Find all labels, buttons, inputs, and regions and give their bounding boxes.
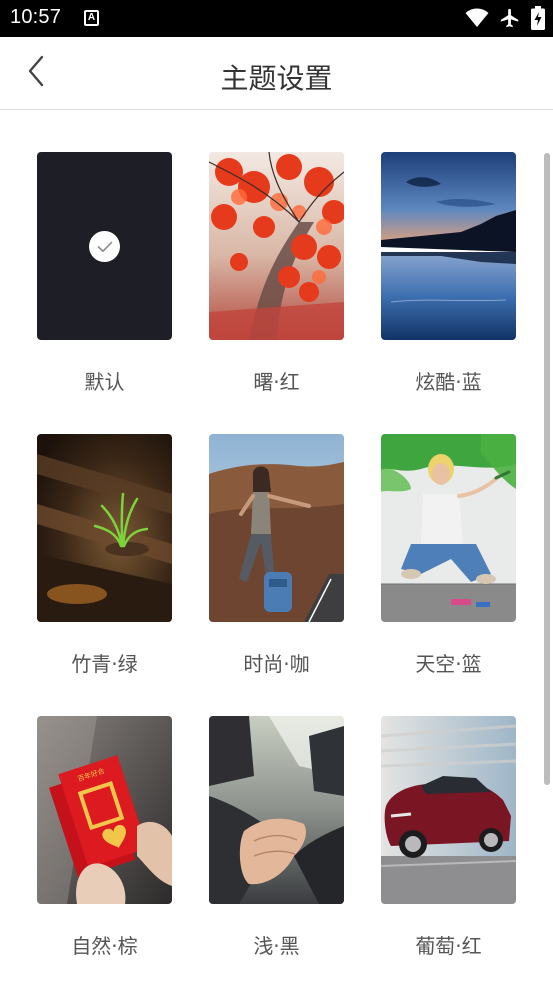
theme-label: 时尚·咖 (243, 652, 310, 676)
page-title: 主题设置 (220, 62, 333, 95)
status-time: 10:57 (10, 6, 62, 28)
theme-thumbnail-lake-image (381, 152, 516, 340)
theme-item-cool-blue[interactable]: 炫酷·蓝 (381, 152, 516, 434)
theme-item-sky-blue[interactable]: 天空·篮 (381, 434, 516, 716)
theme-label: 自然·棕 (71, 934, 138, 958)
theme-label: 葡萄·红 (415, 934, 482, 958)
theme-thumbnail-hiker-image (209, 434, 344, 622)
theme-thumbnail-sprout-image (37, 434, 172, 622)
theme-thumbnail-red-envelope-image: 百年好合 (37, 716, 172, 904)
theme-label: 炫酷·蓝 (415, 370, 482, 394)
theme-thumbnail (37, 152, 172, 340)
theme-thumbnail-car-image (381, 716, 516, 904)
wifi-icon (465, 8, 489, 28)
status-bar: 10:57 A (0, 0, 553, 37)
theme-thumbnail-maple-image (209, 152, 344, 340)
theme-item-natural-brown[interactable]: 百年好合 自然·棕 (37, 716, 172, 983)
theme-item-dawn-red[interactable]: 曙·红 (209, 152, 344, 434)
battery-charging-icon (531, 6, 545, 30)
airplane-mode-icon (499, 7, 521, 29)
scrollbar-thumb[interactable] (544, 153, 550, 785)
theme-label: 浅·黑 (253, 934, 300, 958)
notification-a-icon: A (84, 10, 99, 26)
theme-item-default[interactable]: 默认 (37, 152, 172, 434)
title-bar: 主题设置 (0, 37, 553, 110)
theme-grid: 默认 曙·红 炫酷·蓝 竹青·绿 时尚·咖 天空·篮 百年好合 自然·棕 浅·黑… (37, 152, 516, 983)
theme-thumbnail-handshake-image (209, 716, 344, 904)
theme-thumbnail-painter-image (381, 434, 516, 622)
selected-check-icon (89, 231, 120, 262)
theme-item-light-black[interactable]: 浅·黑 (209, 716, 344, 983)
theme-label: 竹青·绿 (71, 652, 138, 676)
scrollbar[interactable] (544, 153, 550, 785)
theme-label: 曙·红 (253, 370, 300, 394)
theme-label: 默认 (84, 370, 125, 394)
theme-item-bamboo-green[interactable]: 竹青·绿 (37, 434, 172, 716)
theme-item-fashion-coffee[interactable]: 时尚·咖 (209, 434, 344, 716)
theme-label: 天空·篮 (415, 652, 482, 676)
theme-item-grape-red[interactable]: 葡萄·红 (381, 716, 516, 983)
